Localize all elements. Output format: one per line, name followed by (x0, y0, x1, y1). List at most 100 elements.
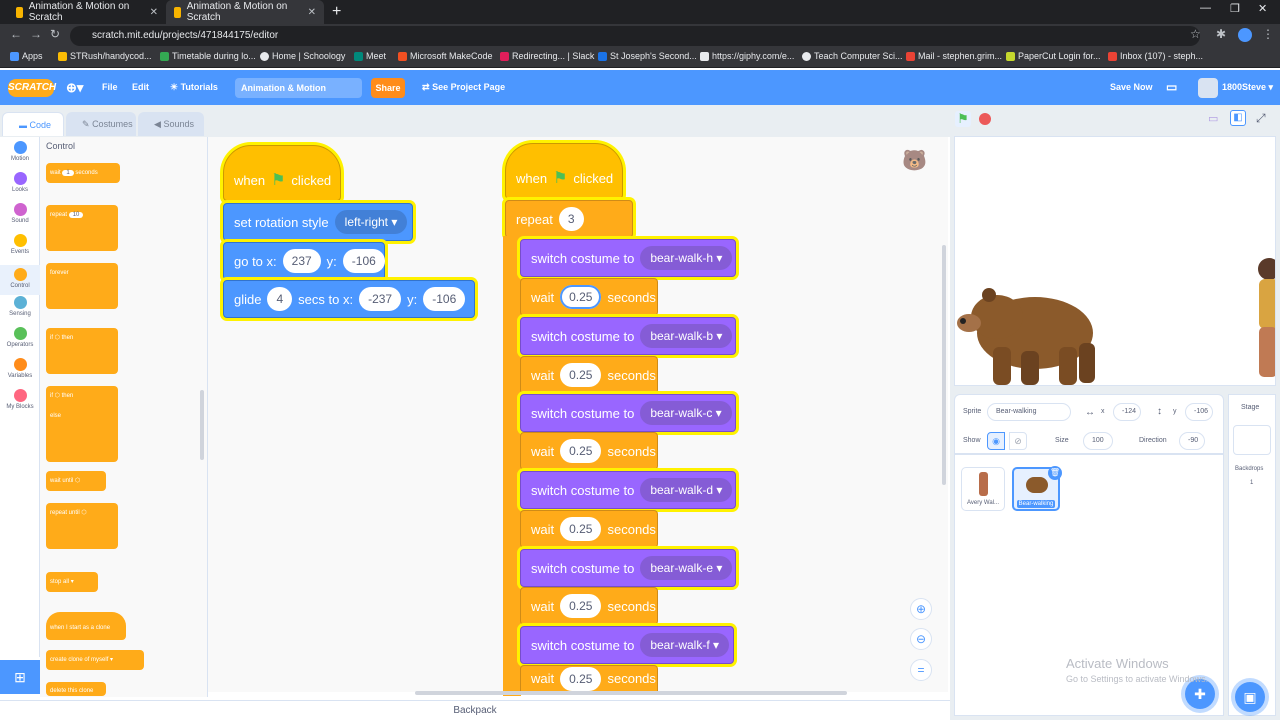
when-flag-clicked-hat-1[interactable]: when ⚑ clicked (223, 145, 341, 201)
palette-if-then-block[interactable]: if ⬡ then (46, 328, 118, 374)
sprite-x-input[interactable]: -124 (1113, 403, 1141, 421)
category-events[interactable]: Events (0, 234, 40, 255)
go-to-xy-block[interactable]: go to x: 237 y: -106 (223, 242, 385, 280)
minimize-icon[interactable]: — (1200, 2, 1211, 14)
glide-to-xy-block[interactable]: glide 4 secs to x: -237 y: -106 (223, 280, 475, 318)
sprite-size-input[interactable]: 100 (1083, 432, 1113, 450)
palette-repeat-until-block[interactable]: repeat until ⬡ (46, 503, 118, 549)
bookmark-item[interactable]: St Joseph's Second... (598, 51, 697, 61)
rotation-style-dropdown[interactable]: left-right ▾ (334, 210, 408, 234)
avery-sprite-icon[interactable] (1258, 258, 1276, 377)
palette-wait-block[interactable]: wait 1 seconds (46, 163, 120, 183)
large-stage-icon[interactable]: ◧ (1230, 110, 1246, 126)
menu-kebab-icon[interactable]: ⋮ (1262, 27, 1274, 41)
workspace-vertical-scrollbar[interactable] (942, 245, 946, 485)
costume-dropdown[interactable]: bear-walk-c ▾ (640, 401, 732, 425)
category-looks[interactable]: Looks (0, 172, 40, 193)
bookmark-item[interactable]: Microsoft MakeCode (398, 51, 493, 61)
zoom-reset-button[interactable]: = (910, 659, 932, 681)
user-avatar[interactable] (1198, 78, 1218, 98)
bookmark-item[interactable]: Teach Computer Sci... (802, 51, 903, 61)
sprite-y-input[interactable]: -106 (1185, 403, 1213, 421)
hide-eye-icon[interactable]: ⊘ (1009, 432, 1027, 450)
switch-costume-block[interactable]: switch costume to bear-walk-f ▾ (520, 626, 734, 664)
set-rotation-style-block[interactable]: set rotation style left-right ▾ (223, 203, 413, 241)
category-operators[interactable]: Operators (0, 327, 40, 348)
switch-costume-block[interactable]: switch costume to bear-walk-b ▾ (520, 317, 736, 355)
close-window-icon[interactable]: ✕ (1258, 2, 1267, 15)
category-variables[interactable]: Variables (0, 358, 40, 379)
palette-delete-clone-block[interactable]: delete this clone (46, 682, 106, 696)
delete-sprite-trash-icon[interactable]: 🗑 (1048, 466, 1062, 480)
wait-seconds-input[interactable]: 0.25 (560, 666, 602, 691)
switch-costume-block[interactable]: switch costume to bear-walk-h ▾ (520, 239, 736, 277)
see-project-page-button[interactable]: ⇄ See Project Page (422, 70, 505, 105)
category-sensing[interactable]: Sensing (0, 296, 40, 317)
repeat-count-input[interactable]: 3 (558, 207, 584, 231)
sprite-thumbnail[interactable]: Avery Wal... (961, 467, 1005, 511)
scratch-logo[interactable]: SCRATCH (8, 79, 56, 97)
share-button[interactable]: Share (371, 78, 405, 98)
palette-scrollbar[interactable] (200, 390, 204, 460)
reload-icon[interactable]: ↻ (50, 27, 60, 41)
goto-y-input[interactable]: -106 (342, 249, 385, 273)
tab-sounds[interactable]: ◀ Sounds (138, 112, 204, 136)
back-icon[interactable]: ← (10, 27, 22, 41)
tab-costumes[interactable]: ✎ Costumes (66, 112, 136, 136)
goto-x-input[interactable]: 237 (282, 249, 321, 273)
when-flag-clicked-hat-2[interactable]: when ⚑ clicked (505, 143, 623, 199)
maximize-icon[interactable]: ❐ (1230, 2, 1240, 15)
palette-if-else-block[interactable]: if ⬡ then else (46, 386, 118, 462)
switch-costume-block[interactable]: switch costume to bear-walk-c ▾ (520, 394, 736, 432)
zoom-in-button[interactable]: ⊕ (910, 598, 932, 620)
sprite-direction-input[interactable]: -90 (1179, 432, 1205, 450)
bookmark-item[interactable]: PaperCut Login for... (1006, 51, 1101, 61)
close-tab-icon[interactable]: ✕ (150, 7, 158, 18)
add-backdrop-button[interactable]: ▣ (1235, 682, 1265, 712)
costume-dropdown[interactable]: bear-walk-e ▾ (640, 556, 733, 580)
bookmark-item[interactable]: Mail - stephen.grim... (906, 51, 1002, 61)
bookmark-item[interactable]: https://giphy.com/e... (700, 51, 794, 61)
bookmark-star-icon[interactable]: ☆ (1190, 27, 1201, 41)
switch-costume-block[interactable]: switch costume to bear-walk-e ▾ (520, 549, 736, 587)
wait-block[interactable]: wait 0.25 seconds (520, 356, 658, 394)
costume-dropdown[interactable]: bear-walk-h ▾ (640, 246, 733, 270)
category-my-blocks[interactable]: My Blocks (0, 389, 40, 410)
bookmark-item[interactable]: Timetable during lo... (160, 51, 256, 61)
palette-forever-block[interactable]: forever (46, 263, 118, 309)
backdrop-thumbnail[interactable] (1233, 425, 1271, 455)
show-eye-icon[interactable]: ◉ (987, 432, 1005, 450)
glide-x-input[interactable]: -237 (359, 287, 402, 311)
wait-block[interactable]: wait 0.25 seconds (520, 278, 658, 316)
wait-seconds-input[interactable]: 0.25 (560, 439, 602, 463)
glide-secs-input[interactable]: 4 (267, 287, 293, 311)
tutorials-button[interactable]: ☀ Tutorials (170, 70, 218, 105)
bookmark-item[interactable]: Apps (10, 51, 43, 61)
palette-create-clone-block[interactable]: create clone of myself ▾ (46, 650, 144, 670)
bookmark-item[interactable]: Redirecting... | Slack (500, 51, 594, 61)
file-menu[interactable]: File (102, 70, 118, 105)
small-stage-icon[interactable]: ▭ (1208, 112, 1218, 125)
profile-avatar[interactable] (1238, 28, 1252, 42)
wait-block[interactable]: wait 0.25 seconds (520, 665, 658, 692)
browser-tab[interactable]: Animation & Motion on Scratch ✕ (8, 0, 166, 24)
palette-clone-start-hat[interactable]: when I start as a clone (46, 612, 126, 640)
zoom-out-button[interactable]: ⊖ (910, 628, 932, 650)
palette-repeat-block[interactable]: repeat 10 (46, 205, 118, 251)
costume-dropdown[interactable]: bear-walk-d ▾ (640, 478, 733, 502)
category-control[interactable]: Control (0, 265, 40, 295)
add-extension-button[interactable]: ⊞ (0, 660, 40, 694)
extensions-icon[interactable]: ✱ (1216, 27, 1226, 41)
wait-block[interactable]: wait 0.25 seconds (520, 510, 658, 548)
fullscreen-icon[interactable]: ⤢ (1256, 111, 1266, 126)
stop-sign-icon[interactable] (979, 113, 991, 125)
wait-block[interactable]: wait 0.25 seconds (520, 587, 658, 625)
bookmark-item[interactable]: Home | Schoology (260, 51, 345, 61)
bear-sprite-icon[interactable] (957, 288, 1095, 385)
bookmark-item[interactable]: STRush/handycod... (58, 51, 152, 61)
url-field[interactable]: scratch.mit.edu/projects/471844175/edito… (70, 26, 1200, 46)
my-stuff-folder-icon[interactable]: ▭ (1166, 70, 1177, 105)
close-tab-icon[interactable]: ✕ (308, 7, 316, 18)
edit-menu[interactable]: Edit (132, 70, 149, 105)
stage-selector[interactable]: Stage Backdrops 1 ▣ (1228, 394, 1276, 716)
